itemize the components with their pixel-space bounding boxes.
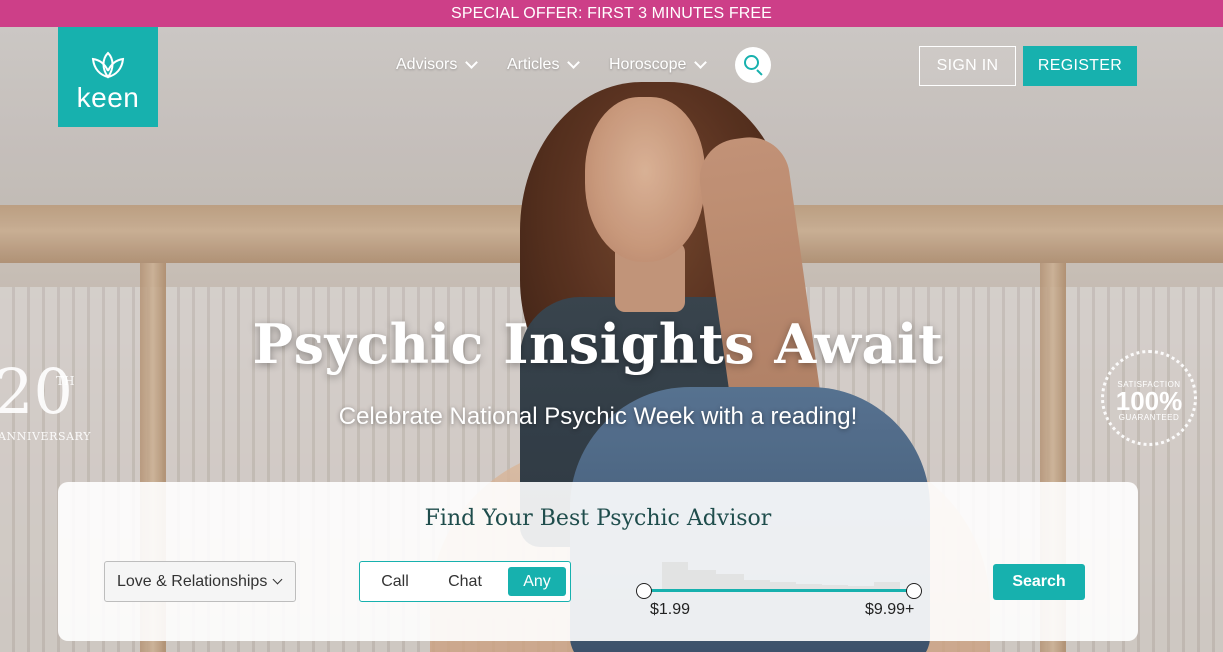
chevron-down-icon (567, 56, 581, 69)
chevron-down-icon (694, 56, 708, 69)
hero-subhead: Celebrate National Psychic Week with a r… (338, 403, 858, 430)
price-slider-min-handle[interactable] (636, 583, 652, 599)
anniversary-number: 20 (0, 355, 73, 428)
search-button[interactable] (735, 47, 771, 83)
search-submit-button[interactable]: Search (993, 564, 1085, 600)
advisor-finder-panel: Find Your Best Psychic Advisor Love & Re… (58, 482, 1138, 641)
search-icon (744, 55, 759, 70)
nav-horoscope[interactable]: Horoscope (609, 47, 708, 83)
histogram-bar (662, 562, 688, 590)
anniversary-label: ANNIVERSARY (0, 430, 92, 443)
anniversary-badge: 20 TH ANNIVERSARY (0, 352, 104, 452)
anniversary-suffix: TH (56, 374, 75, 388)
brand-name: keen (76, 82, 140, 113)
finder-title: Find Your Best Psychic Advisor (424, 506, 772, 531)
promo-banner[interactable]: SPECIAL OFFER: FIRST 3 MINUTES FREE (0, 0, 1223, 27)
satisfaction-bottom: GUARANTEED (1118, 413, 1180, 422)
chevron-down-icon (465, 56, 479, 69)
satisfaction-badge: SATISFACTION 100% GUARANTEED (1097, 346, 1201, 450)
chevron-down-icon (272, 574, 283, 585)
contact-option-chat[interactable]: Chat (440, 567, 490, 596)
hero-headline: Psychic Insights Await (252, 312, 944, 376)
price-histogram (644, 560, 914, 590)
category-select[interactable]: Love & Relationships (104, 561, 296, 602)
price-min-label: $1.99 (650, 601, 691, 618)
lotus-icon (91, 51, 125, 79)
nav-articles[interactable]: Articles (507, 47, 581, 83)
price-slider-track[interactable] (644, 589, 914, 592)
contact-option-call[interactable]: Call (370, 567, 420, 596)
nav-advisors-label: Advisors (396, 56, 458, 73)
brand-logo[interactable]: keen (58, 27, 158, 127)
histogram-bar (716, 574, 744, 590)
histogram-bar (688, 570, 716, 590)
nav-horoscope-label: Horoscope (609, 56, 687, 73)
search-icon-handle (756, 69, 763, 76)
price-slider-max-handle[interactable] (906, 583, 922, 599)
contact-method-toggle: Call Chat Any (359, 561, 571, 602)
contact-option-any[interactable]: Any (508, 567, 566, 596)
nav-advisors[interactable]: Advisors (396, 47, 479, 83)
nav-articles-label: Articles (507, 56, 560, 73)
register-button[interactable]: REGISTER (1023, 46, 1137, 86)
price-max-label: $9.99+ (865, 601, 915, 618)
sign-in-button[interactable]: SIGN IN (919, 46, 1016, 86)
category-select-value: Love & Relationships (117, 573, 268, 590)
